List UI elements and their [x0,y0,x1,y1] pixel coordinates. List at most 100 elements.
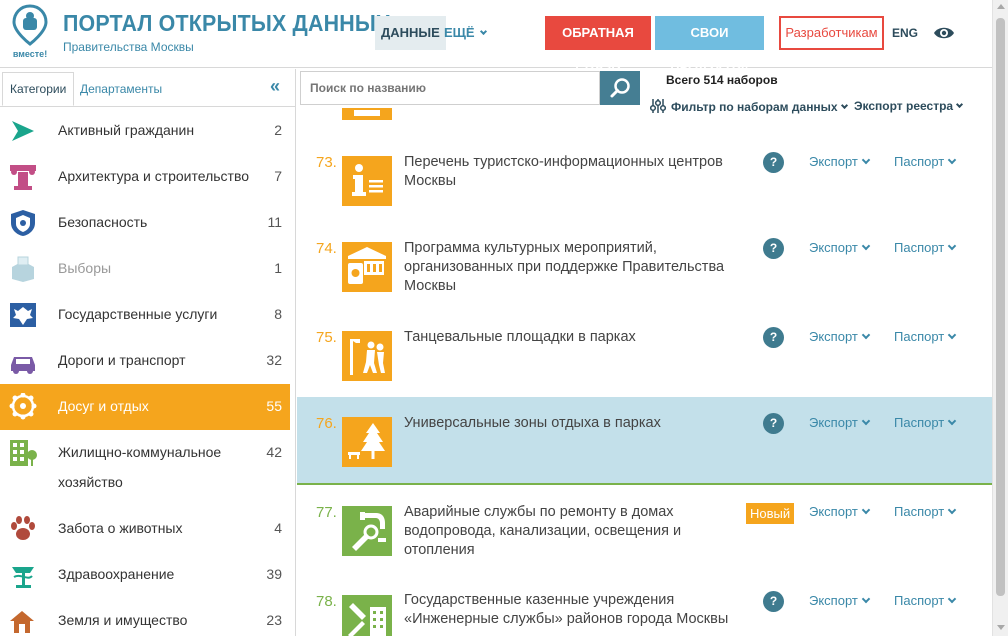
sidebar-tabs: Категории Департаменты « [0,69,295,107]
category-count: 39 [266,566,282,582]
dataset-title[interactable]: Универсальные зоны отдыха в парках [404,414,754,433]
dataset-row[interactable]: 74. Программа культурных мероприятий, ор… [297,230,992,318]
chevron-down-icon [861,330,871,340]
dataset-help-badge[interactable]: ? [763,591,784,612]
category-count: 42 [266,444,282,460]
dataset-number: 76. [316,415,337,432]
category-item-security[interactable]: Безопасность 11 [0,200,290,246]
search-button[interactable] [600,71,640,105]
building-tree-icon [10,440,37,466]
dataset-title[interactable]: Государственные казенные учреждения «Инж… [404,591,754,629]
language-switch[interactable]: ENG [892,26,918,40]
chevron-down-icon [861,416,871,426]
category-item-active-citizen[interactable]: Активный гражданин 2 [0,108,290,154]
nav-data[interactable]: ДАННЫЕ [375,16,446,50]
dataset-title[interactable]: Аварийные службы по ремонту в домах водо… [404,503,754,560]
dataset-number: 74. [316,240,337,257]
museum-icon [342,242,392,292]
dataset-list: 73. Перечень туристско-информационных це… [297,108,992,636]
export-dropdown[interactable]: Экспорт [809,329,871,344]
category-item-architecture[interactable]: Архитектура и строительство 7 [0,154,290,200]
category-item-land[interactable]: Земля и имущество 23 [0,598,290,636]
category-count: 1 [274,260,282,276]
scrollbar[interactable] [992,0,1008,636]
dataset-row[interactable]: 77. Аварийные службы по ремонту в домах … [297,487,992,575]
passport-dropdown[interactable]: Паспорт [894,154,957,169]
passport-dropdown-label: Паспорт [894,504,945,519]
export-dropdown[interactable]: Экспорт [809,593,871,608]
house-land-icon [10,611,34,633]
passport-dropdown[interactable]: Паспорт [894,593,957,608]
category-label: Безопасность [58,214,148,230]
dataset-title[interactable]: Танцевальные площадки в парках [404,328,754,347]
tab-categories[interactable]: Категории [2,72,75,106]
ferris-wheel-icon [9,393,37,420]
engineering-icon [342,595,392,636]
export-dropdown-label: Экспорт [809,504,858,519]
passport-dropdown-label: Паспорт [894,593,945,608]
chevron-down-icon [948,416,957,426]
ballot-box-icon [12,256,34,282]
dataset-help-badge[interactable]: ? [763,152,784,173]
passport-dropdown[interactable]: Паспорт [894,240,957,255]
category-item-roads[interactable]: Дороги и транспорт 32 [0,338,290,384]
dataset-help-badge[interactable]: ? [763,327,784,348]
column-icon [10,165,36,190]
dataset-help-badge[interactable]: ? [763,413,784,434]
nav-more[interactable]: ЕЩЁ [444,16,487,50]
health-snake-icon [12,567,34,588]
search-icon [610,78,630,98]
scroll-down-arrow-icon[interactable] [997,625,1005,630]
export-dropdown-label: Экспорт [809,593,858,608]
chevron-down-icon [948,594,957,604]
tab-departments[interactable]: Департаменты [80,72,162,106]
site-title[interactable]: ПОРТАЛ ОТКРЫТЫХ ДАННЫХ [63,10,390,37]
export-dropdown[interactable]: Экспорт [809,415,871,430]
category-item-animals[interactable]: Забота о животных 4 [0,506,290,552]
export-dropdown[interactable]: Экспорт [809,240,871,255]
dataset-icon [342,108,392,120]
passport-dropdown-label: Паспорт [894,415,945,430]
category-item-gov-services[interactable]: Государственные услуги 8 [0,292,290,338]
feedback-button[interactable]: ОБРАТНАЯ СВЯЗЬ [545,16,651,74]
dataset-title[interactable]: Программа культурных мероприятий, органи… [404,239,754,296]
category-item-elections[interactable]: Выборы 1 [0,246,290,292]
passport-dropdown[interactable]: Паспорт [894,415,957,430]
export-dropdown[interactable]: Экспорт [809,154,871,169]
category-item-health[interactable]: Здравоохранение 39 [0,552,290,598]
total-datasets: Всего 514 наборов [666,73,778,87]
category-item-housing[interactable]: Жилищно-коммунальное хозяйство 42 [0,430,290,506]
collapse-sidebar-icon[interactable]: « [270,77,280,95]
dataset-row[interactable]: 78. Государственные казенные учреждения … [297,577,992,636]
info-center-icon [342,156,392,206]
category-label: Государственные услуги [58,306,218,322]
export-dropdown[interactable]: Экспорт [809,504,871,519]
logo-icon[interactable]: вместе! [4,4,56,60]
scroll-up-arrow-icon[interactable] [997,4,1005,9]
search-input[interactable] [300,71,600,105]
nav-more-label: ЕЩЁ [444,25,475,40]
category-count: 23 [266,612,282,628]
passport-dropdown-label: Паспорт [894,329,945,344]
dataset-title[interactable]: Перечень туристско-информационных центро… [404,153,754,191]
logo-text: вместе! [13,49,47,59]
dataset-help-badge[interactable]: ? [763,238,784,259]
passport-dropdown[interactable]: Паспорт [894,504,957,519]
scrollbar-thumb[interactable] [996,18,1005,596]
category-count: 4 [274,520,282,536]
chevron-down-icon [861,505,871,515]
passport-dropdown[interactable]: Паспорт [894,329,957,344]
category-count: 7 [274,168,282,184]
export-dropdown-label: Экспорт [809,240,858,255]
coat-of-arms-icon [10,303,36,327]
eye-icon[interactable] [932,22,956,44]
dataset-row-highlighted[interactable]: 76. Универсальные зоны отдыха в парках ?… [297,397,992,485]
export-dropdown-label: Экспорт [809,154,858,169]
dataset-number: 78. [316,593,337,610]
products-button[interactable]: СВОИ ПРОДУКТЫ! [655,16,764,74]
category-item-leisure[interactable]: Досуг и отдых 55 [0,384,290,430]
developers-button[interactable]: Разработчикам [779,16,884,50]
paw-icon [11,516,35,540]
dataset-row[interactable]: 73. Перечень туристско-информационных це… [297,144,992,224]
dataset-row[interactable]: 75. Танцевальные площадки в парках ? Экс… [297,319,992,397]
